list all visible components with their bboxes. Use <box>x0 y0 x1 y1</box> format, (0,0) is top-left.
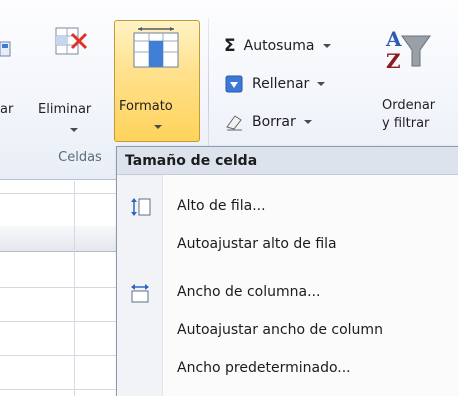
rellenar-button[interactable]: Rellenar <box>224 72 326 96</box>
formato-dropdown-menu: Tamaño de celda Alto de fila... Autoajus… <box>116 146 458 396</box>
autosuma-label: Autosuma <box>243 38 315 54</box>
formato-button-label: Formato <box>119 99 173 114</box>
menu-item-label: Ancho de columna... <box>177 284 321 300</box>
eliminar-button[interactable]: Eliminar <box>34 18 114 146</box>
format-cells-icon <box>133 27 179 68</box>
filtrar-label: y filtrar <box>382 116 430 131</box>
menu-item-ancho-de-columna[interactable]: Ancho de columna... <box>117 277 458 309</box>
ordenar-label: Ordenar <box>382 98 436 113</box>
celdas-group-label: Celdas <box>58 150 102 165</box>
delete-cells-icon <box>55 27 88 55</box>
formato-dropdown-arrow[interactable] <box>154 125 162 129</box>
ordenar-filtrar-button[interactable]: A Z Ordenar y filtrar <box>376 18 458 146</box>
menu-item-autoajustar-alto[interactable]: Autoajustar alto de fila <box>117 229 458 261</box>
autosuma-button[interactable]: Σ Autosuma <box>224 34 331 58</box>
fill-down-icon <box>224 74 246 94</box>
insert-cells-icon <box>0 41 11 57</box>
sigma-icon: Σ <box>224 36 236 56</box>
formato-button[interactable]: Formato <box>114 20 200 142</box>
borrar-dropdown-arrow[interactable] <box>303 120 312 124</box>
autosuma-dropdown-arrow[interactable] <box>322 44 331 48</box>
menu-item-alto-de-fila[interactable]: Alto de fila... <box>117 191 458 223</box>
rellenar-dropdown-arrow[interactable] <box>317 82 326 86</box>
eliminar-dropdown-arrow[interactable] <box>70 128 78 132</box>
borrar-button[interactable]: Borrar <box>224 110 312 134</box>
row-height-icon <box>131 198 151 216</box>
borrar-label: Borrar <box>252 114 296 130</box>
menu-item-ancho-predeterminado[interactable]: Ancho predeterminado... <box>117 353 458 385</box>
menu-item-autoajustar-ancho[interactable]: Autoajustar ancho de column <box>117 315 458 347</box>
menu-section-header: Tamaño de celda <box>117 147 458 175</box>
column-width-icon <box>131 284 149 303</box>
grid-line <box>74 181 75 396</box>
sort-filter-icon: A Z <box>385 27 431 72</box>
menu-item-label: Ancho predeterminado... <box>177 360 351 376</box>
rellenar-label: Rellenar <box>252 76 310 92</box>
insert-button-label: ar <box>0 102 14 117</box>
insert-button[interactable]: ar <box>0 18 34 146</box>
svg-text:Z: Z <box>386 49 401 72</box>
menu-item-label: Alto de fila... <box>177 198 266 214</box>
eliminar-button-label: Eliminar <box>38 102 92 117</box>
eraser-icon <box>224 112 246 132</box>
menu-item-label: Autoajustar ancho de column <box>177 322 383 338</box>
svg-text:A: A <box>385 27 402 51</box>
menu-item-label: Autoajustar alto de fila <box>177 236 337 252</box>
